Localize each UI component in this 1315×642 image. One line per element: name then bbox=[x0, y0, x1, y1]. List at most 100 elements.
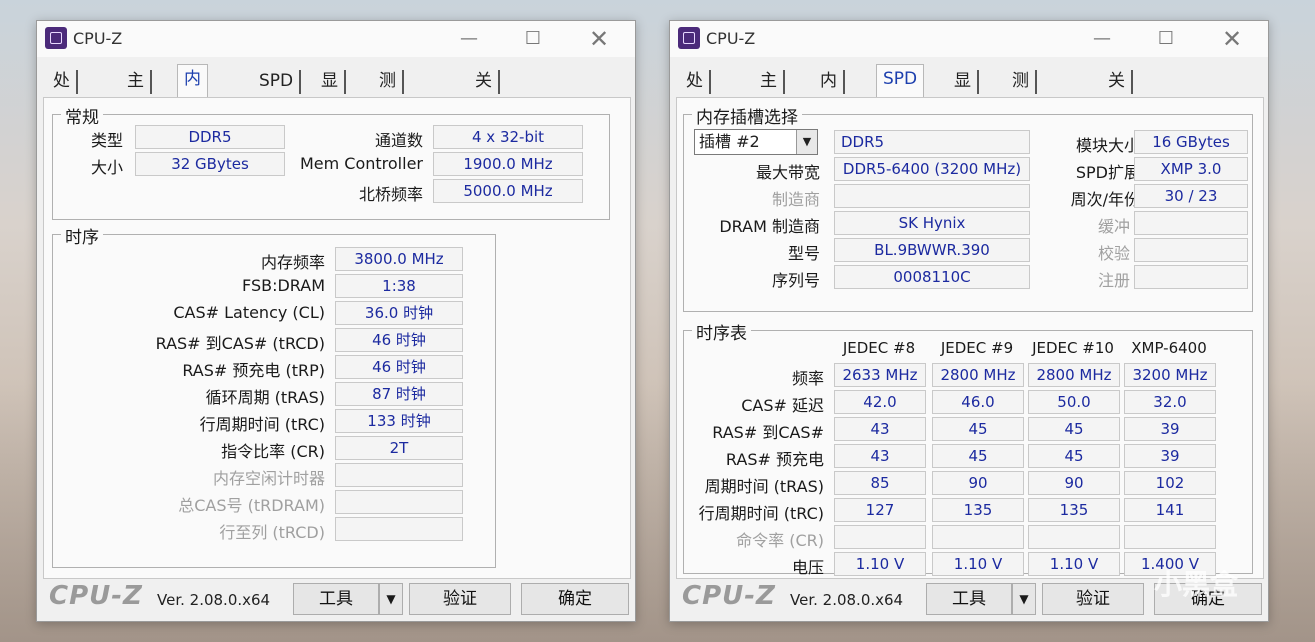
max-bandwidth-value: DDR5-6400 (3200 MHz) bbox=[834, 157, 1030, 181]
timings-title: 时序 bbox=[61, 223, 103, 248]
tab-spd[interactable]: SPD bbox=[876, 64, 925, 97]
timing-label: 行周期时间 (tRC) bbox=[199, 415, 325, 434]
timing-value bbox=[335, 517, 463, 541]
timing-value: 133 时钟 bbox=[335, 409, 463, 433]
timing-row-label: RAS# 到CAS# bbox=[712, 423, 824, 442]
serial-label: 序列号 bbox=[771, 271, 820, 290]
serial-value: 0008110C bbox=[834, 265, 1030, 289]
cpuz-app-icon bbox=[45, 27, 67, 49]
tab-graphics[interactable]: 显卡 bbox=[315, 67, 346, 119]
col-header: XMP-6400 bbox=[1131, 339, 1207, 357]
timing-label: FSB:DRAM bbox=[242, 276, 325, 295]
title-bar[interactable]: CPU-Z — ☐ ✕ bbox=[670, 21, 1268, 57]
timing-cell bbox=[932, 525, 1024, 549]
timings-group: 时序 内存频率 3800.0 MHz FSB:DRAM 1:38 CAS# Latenc… bbox=[52, 223, 496, 568]
timing-value: 46 时钟 bbox=[335, 355, 463, 379]
timing-cell: 1.10 V bbox=[932, 552, 1024, 576]
checksum-value bbox=[1134, 238, 1248, 262]
tab-memory[interactable]: 内存 bbox=[814, 67, 845, 119]
timing-cell: 2800 MHz bbox=[1028, 363, 1120, 387]
timing-label: 内存频率 bbox=[260, 253, 325, 272]
col-header: JEDEC #10 bbox=[1032, 339, 1114, 357]
tools-button[interactable]: 工具 bbox=[293, 583, 379, 615]
timing-cell: 90 bbox=[932, 471, 1024, 495]
dram-maker-value: SK Hynix bbox=[834, 211, 1030, 235]
buffer-value bbox=[1134, 211, 1248, 235]
tab-cpu[interactable]: 处理器 bbox=[680, 67, 711, 147]
spd-panel: 内存插槽选择 插槽 #2 ▼ DDR5 模块大小 16 GBytes 最大带宽 … bbox=[676, 97, 1264, 579]
tab-cpu[interactable]: 处理器 bbox=[47, 67, 78, 147]
timing-cell bbox=[834, 525, 926, 549]
timing-cell: 45 bbox=[1028, 444, 1120, 468]
timing-cell: 135 bbox=[1028, 498, 1120, 522]
minimize-icon[interactable]: — bbox=[1088, 27, 1116, 51]
validate-button[interactable]: 验证 bbox=[1042, 583, 1144, 615]
general-group: 常规 类型 DDR5 大小 32 GBytes 通道数 4 x 32-bit M… bbox=[52, 103, 610, 220]
timing-value: 87 时钟 bbox=[335, 382, 463, 406]
timing-cell: 42.0 bbox=[834, 390, 926, 414]
timing-cell: 43 bbox=[834, 417, 926, 441]
memory-panel: 常规 类型 DDR5 大小 32 GBytes 通道数 4 x 32-bit M… bbox=[43, 97, 631, 579]
size-value: 32 GBytes bbox=[135, 152, 285, 176]
tab-about[interactable]: 关于 bbox=[469, 67, 500, 119]
chevron-down-icon[interactable]: ▼ bbox=[796, 130, 817, 154]
timing-cell: 1.10 V bbox=[834, 552, 926, 576]
close-icon[interactable]: ✕ bbox=[1218, 27, 1246, 51]
registered-label: 注册 bbox=[1097, 271, 1130, 290]
module-size-label: 模块大小 bbox=[1075, 136, 1140, 155]
timing-value: 36.0 时钟 bbox=[335, 301, 463, 325]
spd-ext-label: SPD扩展 bbox=[1075, 163, 1140, 182]
validate-button[interactable]: 验证 bbox=[409, 583, 511, 615]
minimize-icon[interactable]: — bbox=[455, 27, 483, 51]
tools-dropdown-icon[interactable]: ▼ bbox=[379, 583, 403, 615]
close-icon[interactable]: ✕ bbox=[585, 27, 613, 51]
buffer-label: 缓冲 bbox=[1097, 217, 1130, 236]
timing-value: 1:38 bbox=[335, 274, 463, 298]
ok-button[interactable]: 确定 bbox=[521, 583, 629, 615]
tab-bench[interactable]: 测試分數 bbox=[1006, 67, 1037, 175]
version-text: Ver. 2.08.0.x64 bbox=[157, 591, 271, 609]
channels-value: 4 x 32-bit bbox=[433, 125, 583, 149]
window-title: CPU-Z bbox=[706, 29, 756, 48]
dram-maker-label: DRAM 制造商 bbox=[719, 217, 820, 236]
window-title: CPU-Z bbox=[73, 29, 123, 48]
tab-mainboard[interactable]: 主板 bbox=[121, 67, 152, 119]
maximize-icon[interactable]: ☐ bbox=[519, 27, 547, 51]
timing-label: RAS# 预充电 (tRP) bbox=[182, 361, 325, 380]
timing-cell: 85 bbox=[834, 471, 926, 495]
max-bandwidth-label: 最大带宽 bbox=[755, 163, 820, 182]
timing-cell: 39 bbox=[1124, 417, 1216, 441]
timing-cell: 2633 MHz bbox=[834, 363, 926, 387]
week-year-label: 周次/年份 bbox=[1070, 190, 1140, 209]
watermark-text: 小黑盒 bbox=[1153, 568, 1238, 601]
tab-bench[interactable]: 测試分數 bbox=[373, 67, 404, 175]
timing-value bbox=[335, 463, 463, 487]
week-year-value: 30 / 23 bbox=[1134, 184, 1248, 208]
tab-spd[interactable]: SPD bbox=[253, 67, 302, 95]
timing-row-label: RAS# 预充电 bbox=[725, 450, 824, 469]
tools-button[interactable]: 工具 bbox=[926, 583, 1012, 615]
tab-mainboard[interactable]: 主板 bbox=[754, 67, 785, 119]
timing-value bbox=[335, 490, 463, 514]
timing-value: 2T bbox=[335, 436, 463, 460]
col-header: JEDEC #8 bbox=[842, 339, 916, 357]
registered-value bbox=[1134, 265, 1248, 289]
timing-label: RAS# 到CAS# (tRCD) bbox=[155, 334, 325, 353]
timing-label: 循环周期 (tRAS) bbox=[205, 388, 325, 407]
title-bar[interactable]: CPU-Z — ☐ ✕ bbox=[37, 21, 635, 57]
tab-memory[interactable]: 内存 bbox=[177, 64, 208, 117]
timing-cell bbox=[1028, 525, 1120, 549]
timing-cell: 32.0 bbox=[1124, 390, 1216, 414]
module-type-value: DDR5 bbox=[834, 130, 1030, 154]
tools-dropdown-icon[interactable]: ▼ bbox=[1012, 583, 1036, 615]
timing-cell: 45 bbox=[1028, 417, 1120, 441]
tab-graphics[interactable]: 显卡 bbox=[948, 67, 979, 119]
northbridge-value: 5000.0 MHz bbox=[433, 179, 583, 203]
maximize-icon[interactable]: ☐ bbox=[1152, 27, 1180, 51]
slot-select-value: 插槽 #2 bbox=[699, 132, 760, 151]
timing-label: 行至列 (tRCD) bbox=[219, 523, 325, 542]
slot-select[interactable]: 插槽 #2 ▼ bbox=[694, 129, 818, 155]
module-size-value: 16 GBytes bbox=[1134, 130, 1248, 154]
tab-about[interactable]: 关于 bbox=[1102, 67, 1133, 119]
timing-value: 46 时钟 bbox=[335, 328, 463, 352]
